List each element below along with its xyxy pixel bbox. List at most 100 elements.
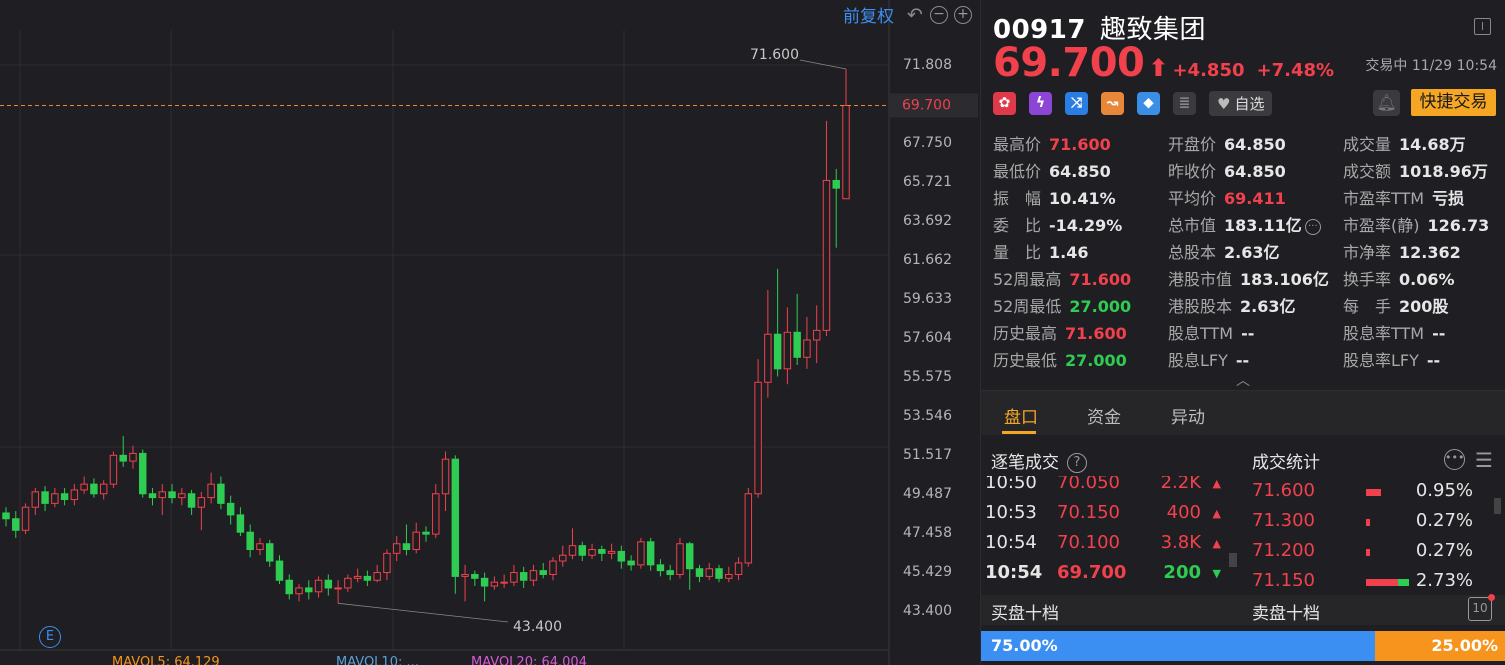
up-triangle-icon: ▲ (1212, 537, 1221, 550)
tick-list[interactable]: 10:50 70.050 2.2K ▲ 10:53 70.150 400 ▲ 10:54 70.1… (981, 476, 1231, 586)
buy-volume-bar (1366, 519, 1371, 526)
price-row: 69.700 ⬆ +4.850 +7.48% (993, 40, 1334, 86)
stat-value: -- (1426, 351, 1441, 370)
stat-value: 200股 (1399, 297, 1449, 316)
notification-dot (1488, 594, 1495, 601)
chart-toolbar: 前复权 ↶ − + (843, 2, 972, 27)
candle-body (646, 541, 655, 566)
sidebar-toggle-icon[interactable] (1474, 18, 1491, 35)
stat-cell: 股息率LFY -- (1343, 347, 1440, 371)
tick-row: 10:53 70.150 400 ▲ (981, 502, 1231, 532)
stat-label: 港股股本 (1168, 297, 1233, 316)
y-tick-label: 55.575 (903, 369, 952, 385)
candle-body (285, 579, 293, 595)
stats-row: 委 比 -14.29% 总市值 183.11亿 ··· 市盈率(静) 126.73 (993, 212, 1498, 239)
candle-body (344, 577, 352, 589)
stat-label: 平均价 (1168, 189, 1217, 208)
stat-cell: 52周最高 71.600 (993, 266, 1131, 290)
depth-toggle-icon[interactable]: 10 (1468, 597, 1492, 621)
y-tick-label: 51.517 (903, 447, 952, 463)
stat-cell: 开盘价 64.850 (1168, 131, 1286, 155)
tick-volume: 3.8K (1160, 532, 1201, 553)
stat-value: 12.362 (1399, 243, 1461, 262)
price-restore-button[interactable]: 前复权 (843, 2, 894, 27)
candle-body (41, 491, 49, 504)
kline-chart-panel[interactable]: 71.808 67.750 65.721 63.692 61.662 59.633 57.6… (0, 0, 980, 665)
zoom-in-icon[interactable]: + (954, 5, 972, 24)
tick-volume: 400 (1166, 502, 1201, 523)
candle-body (832, 179, 840, 189)
price-stats-title: 成交统计 (1252, 453, 1320, 473)
trend-icon[interactable]: ↝ (1101, 92, 1124, 115)
tab-movements[interactable]: 异动 (1171, 403, 1205, 428)
candle-body (2, 512, 10, 520)
price-stats-list[interactable]: 71.600 0.95% 71.300 0.27% 71.200 0.27% 71.150 2… (1241, 480, 1501, 586)
price-stats-scrollbar[interactable] (1494, 498, 1501, 514)
stat-value: -- (1432, 324, 1446, 343)
hk-flag-icon[interactable]: ✿ (993, 92, 1016, 115)
candle-body (519, 572, 528, 581)
tab-order-book[interactable]: 盘口 (1004, 403, 1038, 428)
stat-cell: 成交量 14.68万 (1343, 131, 1466, 155)
candle-body (334, 587, 342, 590)
candle-body (461, 573, 469, 577)
bid-ask-ratio-bar: 75.00% 25.00% (981, 631, 1505, 661)
kline-chart[interactable]: 71.808 67.750 65.721 63.692 61.662 59.633 57.6… (0, 0, 980, 665)
list-icon[interactable]: ☰ (1475, 448, 1493, 472)
volume-pct: 2.73% (1415, 570, 1473, 586)
help-icon[interactable]: ? (1067, 453, 1087, 473)
candle-body (588, 548, 596, 556)
feature-icon-row: ✿ ϟ ⤨ ↝ ⬥ ≣ ♥ 自选 (993, 91, 1273, 116)
favorite-button[interactable]: ♥ 自选 (1209, 91, 1273, 116)
collapse-chevron-icon[interactable]: ︿ (1236, 370, 1250, 390)
candle-body (617, 550, 626, 562)
stat-cell: 股息LFY -- (1168, 347, 1249, 371)
stat-cell: 市净率 12.362 (1343, 239, 1461, 263)
more-info-icon[interactable]: ··· (1304, 218, 1321, 235)
margin-icon[interactable]: ϟ (1029, 92, 1052, 115)
stat-cell: 量 比 1.46 (993, 239, 1089, 263)
candle-body (90, 483, 98, 495)
price-stat-row: 71.300 0.27% (1241, 510, 1501, 540)
stat-label: 港股市值 (1168, 270, 1233, 289)
stat-cell: 历史最高 71.600 (993, 320, 1127, 344)
candle-body (109, 454, 118, 485)
stats-row: 最低价 64.850 昨收价 64.850 成交额 1018.96万 (993, 158, 1498, 185)
stats-row: 量 比 1.46 总股本 2.63亿 市净率 12.362 (993, 239, 1498, 266)
stat-cell: 股息TTM -- (1168, 320, 1254, 344)
tick-row: 10:50 70.050 2.2K ▲ (981, 476, 1231, 502)
tag-icon[interactable]: ⬥ (1137, 92, 1160, 115)
tick-time: 10:53 (985, 502, 1037, 523)
sell-book-title: 卖盘十档 (1252, 604, 1320, 624)
candle-body (568, 545, 577, 556)
undo-icon[interactable]: ↶ (906, 5, 924, 24)
connect-icon[interactable]: ⤨ (1065, 92, 1088, 115)
candle-body (812, 329, 821, 341)
y-tick-label: 71.808 (903, 57, 952, 73)
candle-body (119, 454, 127, 462)
stat-value: -- (1235, 351, 1250, 370)
event-marker-icon[interactable]: E (39, 626, 61, 648)
candle-body (178, 493, 186, 499)
stats-row: 历史最高 71.600 股息TTM -- 股息率TTM -- (993, 320, 1498, 347)
tick-price: 70.050 (1057, 476, 1120, 493)
bell-icon[interactable]: 🔔︎ (1373, 90, 1400, 116)
candle-body (158, 491, 167, 499)
more-icon[interactable]: ••• (1444, 449, 1465, 470)
up-arrow-icon: ⬆ (1148, 54, 1169, 82)
buy-volume-bar (1366, 579, 1398, 586)
stat-label: 振 幅 (993, 189, 1042, 208)
tick-list-scrollbar[interactable] (1229, 553, 1237, 567)
quick-trade-button[interactable]: 快捷交易 (1411, 89, 1496, 116)
stat-label: 市净率 (1343, 243, 1392, 262)
stat-cell: 最高价 71.600 (993, 131, 1111, 155)
quote-panel: 00917 趣致集团 69.700 ⬆ +4.850 +7.48% 交易中 11/… (980, 0, 1505, 665)
zoom-out-icon[interactable]: − (930, 5, 948, 24)
candle-body (734, 562, 743, 575)
tab-capital-flow[interactable]: 资金 (1087, 403, 1121, 428)
tick-price: 69.700 (1057, 562, 1127, 583)
price-level: 71.600 (1252, 480, 1315, 501)
notes-icon[interactable]: ≣ (1173, 92, 1196, 115)
last-price: 69.700 (993, 40, 1145, 86)
price-change-pct: +7.48% (1256, 60, 1335, 81)
